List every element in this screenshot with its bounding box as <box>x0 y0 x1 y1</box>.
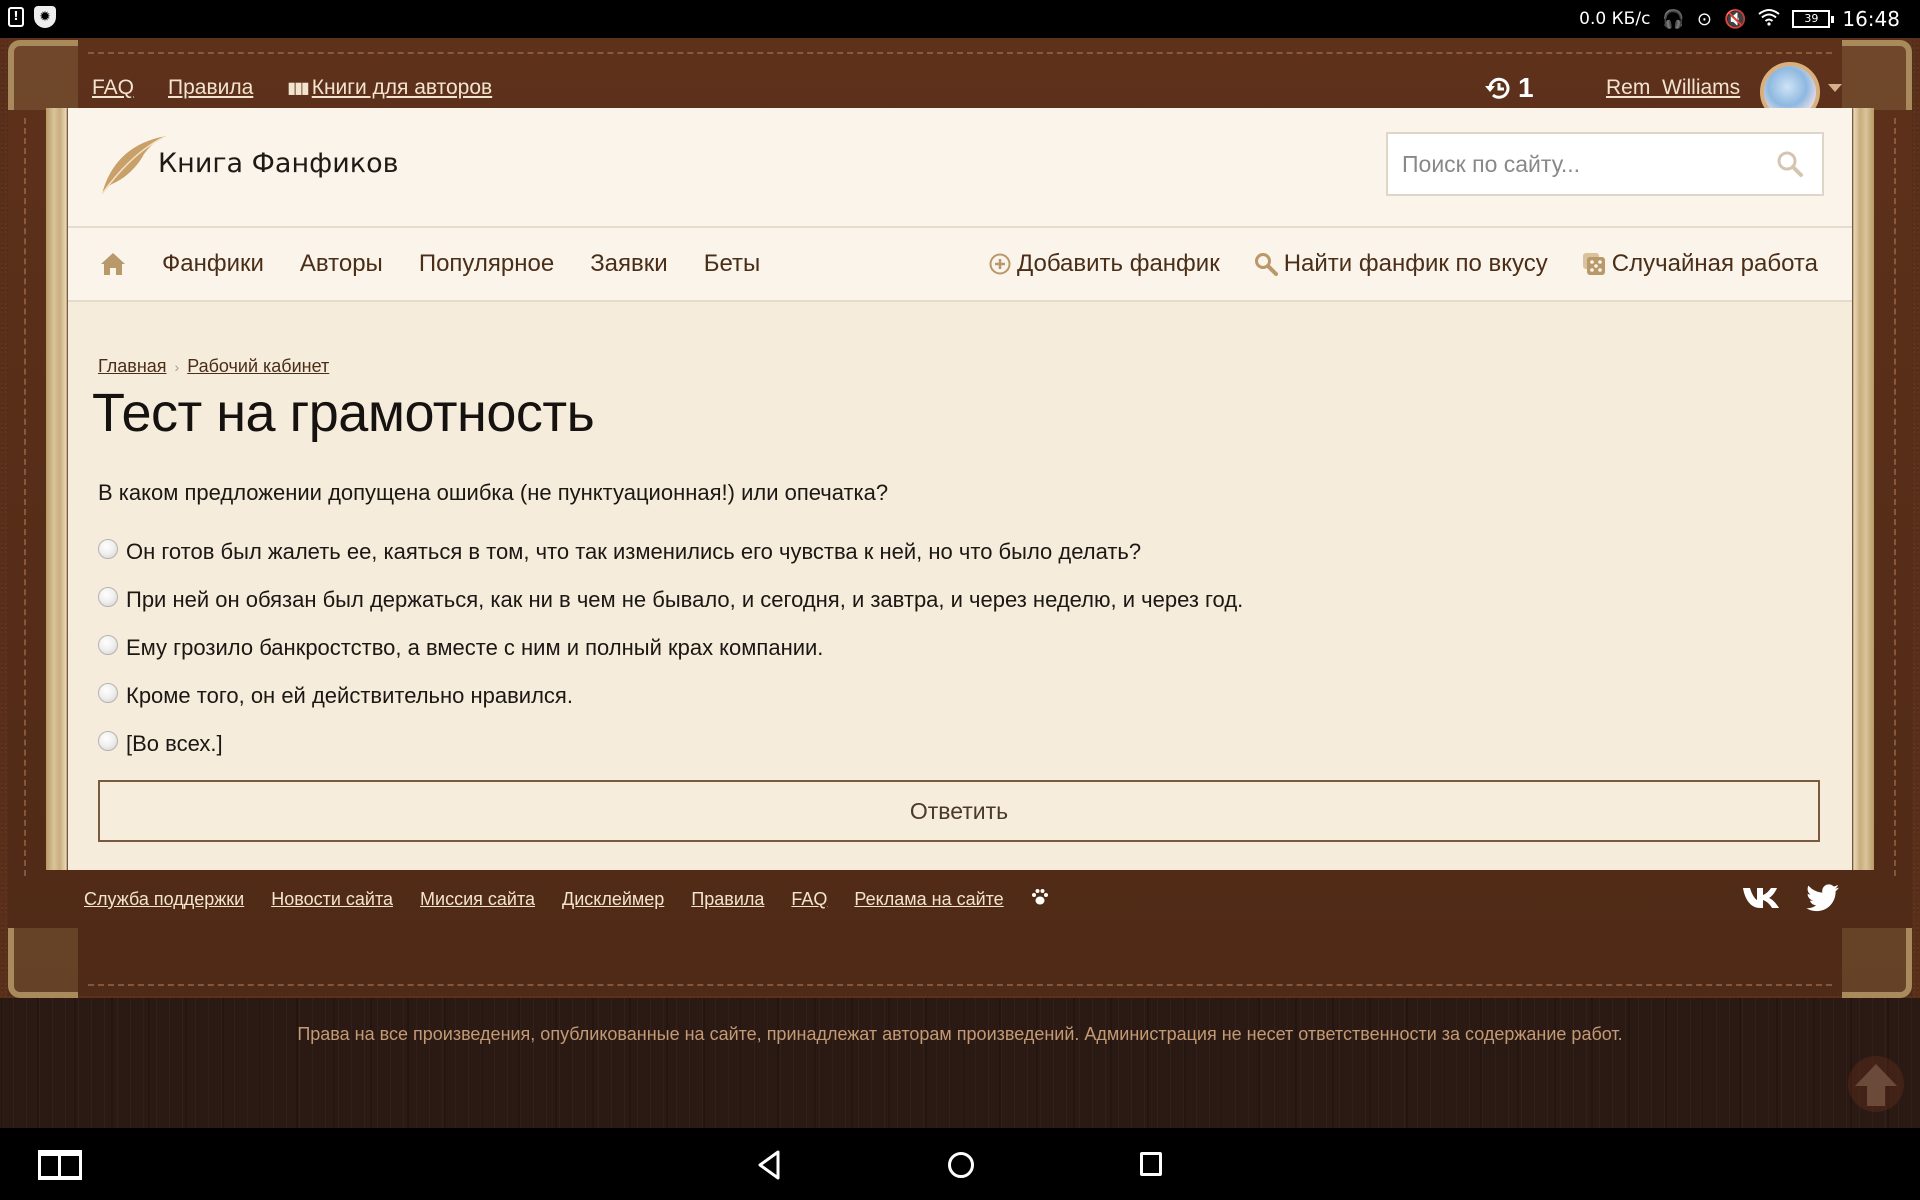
footer-link-news[interactable]: Новости сайта <box>271 889 393 910</box>
radio-button[interactable] <box>98 635 118 655</box>
add-fanfic-button[interactable]: Добавить фанфик <box>989 250 1220 278</box>
wood-footer <box>0 998 1920 1128</box>
search-icon <box>1254 253 1278 276</box>
recent-apps-button[interactable] <box>1140 1152 1162 1176</box>
ornament-corner <box>1842 928 1912 998</box>
dice-icon <box>1582 253 1605 275</box>
battery-level: 39 <box>1804 12 1819 25</box>
search-icon[interactable] <box>1776 150 1804 178</box>
home-icon[interactable] <box>100 252 126 276</box>
stitching <box>88 984 1832 986</box>
stitching <box>88 52 1832 54</box>
nav-fanfics[interactable]: Фанфики <box>162 250 264 278</box>
home-button[interactable] <box>948 1152 974 1178</box>
random-work-button[interactable]: Случайная работа <box>1582 250 1818 278</box>
quiz-option[interactable]: Кроме того, он ей действительно нравился… <box>98 672 1243 720</box>
page-title: Тест на грамотность <box>92 383 595 443</box>
nav-betas[interactable]: Беты <box>704 250 761 278</box>
rules-link[interactable]: Правила <box>168 76 253 100</box>
main-nav: Фанфики Авторы Популярное Заявки Беты До… <box>68 228 1852 302</box>
option-label: Он готов был жалеть ее, каяться в том, ч… <box>126 539 1142 564</box>
nav-requests[interactable]: Заявки <box>590 250 668 278</box>
radio-button[interactable] <box>98 539 118 559</box>
radio-button[interactable] <box>98 683 118 703</box>
screen-record-icon: ⊙ <box>1696 8 1712 30</box>
battery-icon: 39 <box>1792 10 1835 28</box>
radio-button[interactable] <box>98 731 118 751</box>
mute-icon: 🔇 <box>1723 8 1747 30</box>
faq-link[interactable]: FAQ <box>92 76 134 100</box>
breadcrumb-home[interactable]: Главная <box>98 356 167 377</box>
option-label: Кроме того, он ей действительно нравился… <box>126 683 573 708</box>
quiz-question: В каком предложении допущена ошибка (не … <box>98 480 889 505</box>
quiz-options: Он готов был жалеть ее, каяться в том, ч… <box>98 528 1243 768</box>
ornament-corner <box>8 40 78 110</box>
quiz-option[interactable]: [Во всех.] <box>98 720 1243 768</box>
plus-circle-icon <box>989 253 1011 275</box>
footer-link-faq[interactable]: FAQ <box>791 889 827 910</box>
main-paper: Книга Фанфиков Фанфики Авторы Популярное… <box>68 108 1852 870</box>
option-label: При ней он обязан был держаться, как ни … <box>126 587 1244 612</box>
random-work-label: Случайная работа <box>1611 250 1818 277</box>
search-input[interactable] <box>1388 150 1768 178</box>
clock: 16:48 <box>1842 7 1900 31</box>
wifi-icon <box>1758 8 1780 31</box>
option-label: [Во всех.] <box>126 731 223 756</box>
breadcrumb-separator: › <box>174 358 180 375</box>
nav-popular[interactable]: Популярное <box>419 250 554 278</box>
quiz-option[interactable]: При ней он обязан был держаться, как ни … <box>98 576 1243 624</box>
history-button[interactable]: 1 <box>1484 72 1534 104</box>
ornament-corner <box>1842 40 1912 110</box>
username-link[interactable]: Rem_Williams <box>1606 76 1740 100</box>
option-label: Ему грозило банкростство, а вместе с ним… <box>126 635 824 660</box>
books-icon: ▮▮▮ <box>287 80 309 97</box>
add-fanfic-label: Добавить фанфик <box>1016 250 1220 277</box>
copyright-notice: Права на все произведения, опубликованны… <box>297 1024 1623 1044</box>
vk-icon[interactable] <box>1742 886 1782 910</box>
headset-icon: 🎧 <box>1662 8 1685 30</box>
footer-link-disclaimer[interactable]: Дисклеймер <box>562 889 664 910</box>
alert-icon: ! <box>8 7 24 27</box>
books-for-authors-link[interactable]: Книги для авторов <box>312 76 492 100</box>
paw-icon[interactable] <box>1031 888 1049 911</box>
footer-links: Служба поддержки Новости сайта Миссия са… <box>84 888 1049 911</box>
quiz-option[interactable]: Он готов был жалеть ее, каяться в том, ч… <box>98 528 1243 576</box>
submit-answer-button[interactable]: Ответить <box>98 780 1820 842</box>
footer-link-ads[interactable]: Реклама на сайте <box>854 889 1003 910</box>
history-icon <box>1485 77 1510 99</box>
ornament-corner <box>8 928 78 998</box>
antivirus-shield-icon: ✹ <box>34 6 56 28</box>
history-count: 1 <box>1518 72 1534 103</box>
net-speed: 0.0 КБ/с <box>1579 9 1651 29</box>
breadcrumb-dashboard[interactable]: Рабочий кабинет <box>187 356 329 377</box>
social-links <box>1742 884 1840 912</box>
site-logo-text[interactable]: Книга Фанфиков <box>158 148 399 179</box>
android-nav-bar <box>0 1128 1920 1200</box>
radio-button[interactable] <box>98 587 118 607</box>
android-status-bar: ! ✹ 0.0 КБ/с 🎧 ⊙ 🔇 39 16:48 <box>0 0 1920 38</box>
stitching <box>1894 118 1896 876</box>
split-screen-button[interactable] <box>38 1150 82 1180</box>
quiz-option[interactable]: Ему грозило банкростство, а вместе с ним… <box>98 624 1243 672</box>
arrow-up-icon <box>1855 1064 1897 1106</box>
twitter-icon[interactable] <box>1806 884 1840 912</box>
find-fanfic-button[interactable]: Найти фанфик по вкусу <box>1254 250 1548 278</box>
back-button[interactable] <box>756 1150 782 1180</box>
site-header: Книга Фанфиков <box>68 108 1852 228</box>
nav-authors[interactable]: Авторы <box>300 250 383 278</box>
find-fanfic-label: Найти фанфик по вкусу <box>1283 250 1548 277</box>
breadcrumb: Главная › Рабочий кабинет <box>98 356 329 377</box>
footer-link-mission[interactable]: Миссия сайта <box>420 889 535 910</box>
scroll-to-top-button[interactable] <box>1848 1056 1904 1112</box>
search-box <box>1386 132 1824 196</box>
chevron-down-icon[interactable] <box>1828 84 1842 92</box>
stitching <box>24 118 26 876</box>
footer-link-support[interactable]: Служба поддержки <box>84 889 244 910</box>
footer-link-rules[interactable]: Правила <box>691 889 764 910</box>
